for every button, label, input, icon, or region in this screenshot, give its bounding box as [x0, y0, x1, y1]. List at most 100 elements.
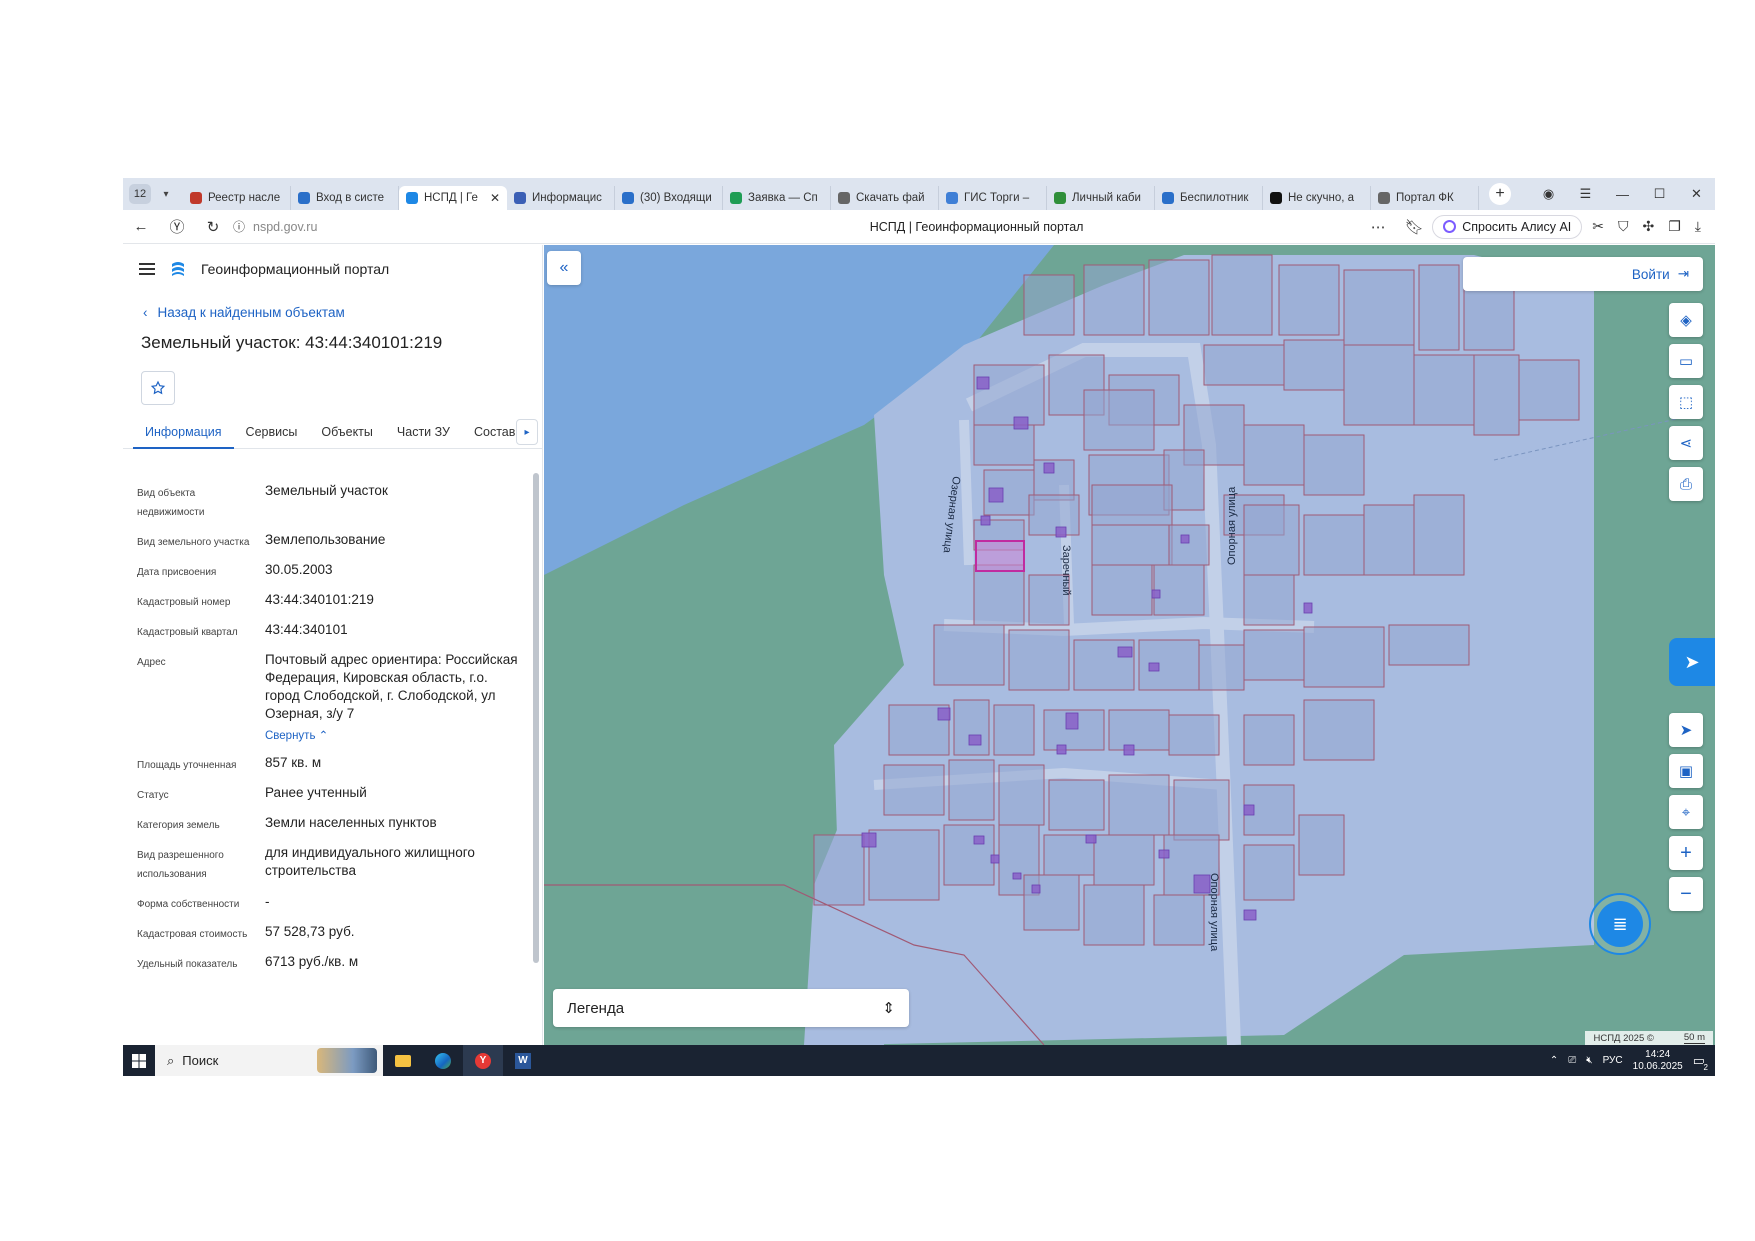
- url-field[interactable]: nspd.gov.ru: [253, 220, 593, 234]
- favorite-button[interactable]: [141, 371, 175, 405]
- parcel-shape[interactable]: [1203, 344, 1285, 386]
- parcel-shape[interactable]: [1388, 624, 1470, 666]
- parcel-shape[interactable]: [1148, 259, 1210, 336]
- collapse-sidebar-button[interactable]: «: [547, 251, 581, 285]
- parcel-shape[interactable]: [1303, 699, 1375, 761]
- object-tab[interactable]: Части ЗУ: [385, 419, 462, 449]
- more-icon[interactable]: ⋯: [1360, 218, 1396, 236]
- parcel-shape[interactable]: [1093, 834, 1155, 886]
- legend-selector[interactable]: Легенда ⇕: [553, 989, 909, 1027]
- parcel-shape[interactable]: [933, 624, 1005, 686]
- menu-icon[interactable]: ☰: [1567, 186, 1604, 202]
- parcel-shape[interactable]: [943, 824, 995, 886]
- language-indicator[interactable]: РУС: [1603, 1055, 1623, 1066]
- parcel-shape[interactable]: [993, 704, 1035, 756]
- collapse-address-link[interactable]: Свернуть ⌃: [265, 727, 520, 745]
- minimize-button[interactable]: —: [1604, 187, 1641, 202]
- browser-tab[interactable]: Беспилотник: [1155, 186, 1263, 210]
- parcel-shape[interactable]: [1303, 626, 1385, 688]
- yandex-browser-button[interactable]: Y: [463, 1045, 503, 1076]
- tools-icon[interactable]: ✂: [1592, 218, 1604, 235]
- parcel-shape[interactable]: [868, 829, 940, 901]
- parcel-shape[interactable]: [1168, 524, 1210, 566]
- parcel-shape[interactable]: [1048, 779, 1105, 831]
- parcel-shape[interactable]: [1153, 564, 1205, 616]
- map-canvas[interactable]: Озерная улица Заречный Опорная улица Опо…: [544, 245, 1715, 1045]
- parcel-shape[interactable]: [1091, 564, 1153, 616]
- edge-button[interactable]: [423, 1045, 463, 1076]
- parcel-shape[interactable]: [1413, 494, 1465, 576]
- parcel-shape[interactable]: [1473, 354, 1520, 436]
- parcel-shape[interactable]: [1343, 344, 1415, 426]
- maximize-button[interactable]: ☐: [1641, 186, 1678, 202]
- object-tab[interactable]: Объекты: [309, 419, 385, 449]
- word-button[interactable]: W: [503, 1045, 543, 1076]
- geolocation-button[interactable]: ➤: [1669, 713, 1703, 747]
- browser-tab[interactable]: Реестр насле: [183, 186, 291, 210]
- zoom-in-button[interactable]: +: [1669, 836, 1703, 870]
- parcel-shape[interactable]: [1108, 774, 1170, 836]
- parcel-shape[interactable]: [1518, 359, 1580, 421]
- browser-tab[interactable]: Информацис: [507, 186, 615, 210]
- ruler-button[interactable]: ▭: [1669, 344, 1703, 378]
- parcel-shape[interactable]: [1303, 514, 1365, 576]
- parcel-shape[interactable]: [1283, 339, 1345, 391]
- shield-icon[interactable]: ⛉: [1618, 218, 1629, 235]
- select-area-button[interactable]: ⬚: [1669, 385, 1703, 419]
- parcel-shape[interactable]: [998, 764, 1045, 826]
- parcel-shape[interactable]: [973, 424, 1035, 466]
- browser-tab[interactable]: Скачать фай: [831, 186, 939, 210]
- browser-tab[interactable]: Личный каби: [1047, 186, 1155, 210]
- zoom-out-button[interactable]: −: [1669, 877, 1703, 911]
- network-icon[interactable]: ⎚: [1568, 1055, 1576, 1066]
- side-panel-tab[interactable]: ➤: [1669, 638, 1715, 686]
- parcel-shape[interactable]: [1413, 354, 1475, 426]
- windows-start-button[interactable]: [123, 1053, 155, 1068]
- parcel-shape[interactable]: [953, 699, 990, 756]
- chevron-down-icon[interactable]: ▾: [155, 184, 177, 204]
- parcel-shape[interactable]: [1083, 884, 1145, 946]
- share-button[interactable]: ⋖: [1669, 426, 1703, 460]
- back-arrow-icon[interactable]: ←: [123, 218, 159, 235]
- parcel-shape[interactable]: [1023, 874, 1080, 931]
- tab-count-badge[interactable]: 12: [129, 184, 151, 204]
- file-explorer-button[interactable]: [383, 1045, 423, 1076]
- tabs-scroll-right-button[interactable]: ▸: [516, 419, 538, 445]
- parcel-shape[interactable]: [883, 764, 945, 816]
- parcel-shape[interactable]: [1243, 504, 1300, 576]
- browser-tab[interactable]: (30) Входящи: [615, 186, 723, 210]
- parcel-shape[interactable]: [1153, 894, 1205, 946]
- parcel-shape[interactable]: [1173, 779, 1230, 841]
- chat-button[interactable]: ≣: [1589, 893, 1651, 955]
- extensions-icon[interactable]: ✣: [1643, 218, 1655, 235]
- parcel-shape[interactable]: [948, 759, 995, 821]
- parcel-shape[interactable]: [1363, 504, 1415, 576]
- parcel-shape[interactable]: [1091, 524, 1173, 566]
- parcel-shape[interactable]: [1243, 714, 1295, 766]
- print-button[interactable]: ⎙: [1669, 467, 1703, 501]
- parcel-shape[interactable]: [1211, 254, 1273, 336]
- scrollbar-thumb[interactable]: [533, 473, 539, 963]
- parcel-shape[interactable]: [1083, 264, 1145, 336]
- bookmark-icon[interactable]: 🔖︎: [1396, 218, 1432, 236]
- new-tab-button[interactable]: +: [1489, 183, 1511, 205]
- basemap-button[interactable]: ▣: [1669, 754, 1703, 788]
- layers-button[interactable]: ◈: [1669, 303, 1703, 337]
- parcel-shape[interactable]: [1108, 709, 1170, 751]
- site-info-icon[interactable]: ⓘ: [231, 218, 247, 235]
- sidebar-scrollbar[interactable]: [533, 473, 539, 1043]
- parcel-shape[interactable]: [1198, 644, 1245, 691]
- login-button[interactable]: Войти ⇥: [1463, 257, 1703, 291]
- parcel-shape[interactable]: [1243, 844, 1295, 901]
- volume-muted-icon[interactable]: 🔇︎: [1586, 1055, 1592, 1066]
- parcel-shape[interactable]: [1303, 434, 1365, 496]
- parcel-shape[interactable]: [973, 564, 1025, 626]
- reload-icon[interactable]: ↻: [195, 218, 231, 236]
- parcel-shape[interactable]: [1023, 274, 1075, 336]
- parcel-shape[interactable]: [1008, 629, 1070, 691]
- clock[interactable]: 14:24 10.06.2025: [1633, 1049, 1683, 1073]
- parcel-shape[interactable]: [1418, 264, 1460, 351]
- parcel-shape[interactable]: [1298, 814, 1345, 876]
- notifications-icon[interactable]: ▭ 2: [1693, 1053, 1709, 1072]
- browser-tab[interactable]: Вход в систе: [291, 186, 399, 210]
